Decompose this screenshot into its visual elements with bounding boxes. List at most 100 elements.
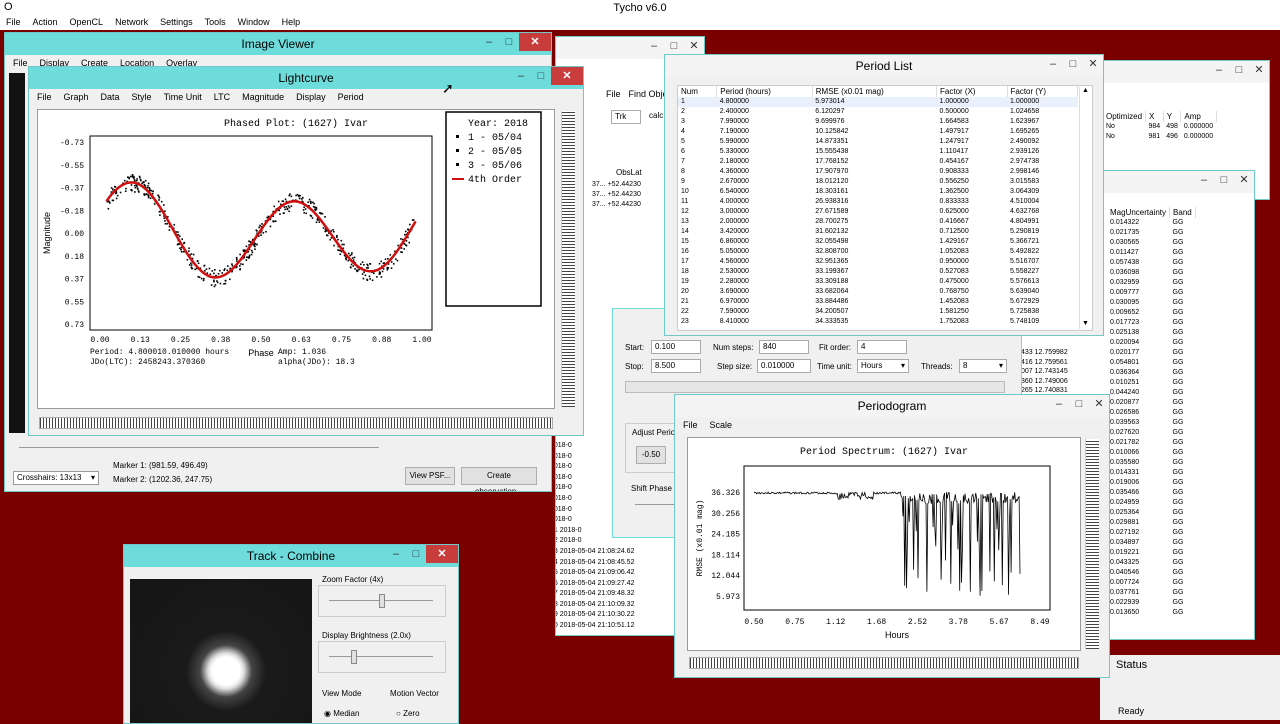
table-row[interactable]: 0.030565 GG bbox=[1107, 238, 1195, 248]
periodogram-vertical-scrollbar[interactable] bbox=[1085, 439, 1099, 649]
table-row[interactable]: 0.037761 GG bbox=[1107, 588, 1195, 598]
table-row[interactable]: 0.040546 GG bbox=[1107, 568, 1195, 578]
table-row[interactable]: 40 2018-05-04 21:10:51.12 bbox=[556, 622, 634, 633]
column-header[interactable]: Band bbox=[1169, 207, 1196, 218]
lightcurve-horizontal-scrollbar[interactable] bbox=[39, 417, 553, 429]
column-header[interactable]: MagUncertainty bbox=[1107, 207, 1171, 218]
table-row[interactable]: 14 3.420000 31.602132 0.712500 5.290819 bbox=[678, 227, 1078, 237]
fit-order-input[interactable]: 4 bbox=[857, 340, 907, 354]
table-row[interactable]: 0.011427 GG bbox=[1107, 248, 1195, 258]
table-row[interactable]: 20 3.690000 33.682064 0.768750 5.639040 bbox=[678, 287, 1078, 297]
table-row[interactable]: No 981 496 0.000000 bbox=[1103, 132, 1216, 142]
start-input[interactable]: 0.100 bbox=[651, 340, 701, 354]
table-row[interactable]: 36 2018-05-04 21:09:27.42 bbox=[556, 580, 634, 591]
table-row[interactable]: 6 5.330000 15.555438 1.110417 2.939126 bbox=[678, 147, 1078, 157]
table-row[interactable]: 9 2.670000 18.012120 0.556250 3.015583 bbox=[678, 177, 1078, 187]
table-row[interactable]: 13 2.000000 28.700275 0.416667 4.804991 bbox=[678, 217, 1078, 227]
close-icon[interactable]: ✕ bbox=[1249, 61, 1269, 79]
maximize-icon[interactable]: □ bbox=[406, 545, 426, 563]
column-header[interactable]: Period (hours) bbox=[716, 86, 813, 97]
column-header[interactable]: Num bbox=[678, 86, 718, 97]
table-row[interactable]: 11 4.000000 26.938316 0.833333 4.510004 bbox=[678, 197, 1078, 207]
adjust-period-button[interactable]: -0.50 bbox=[636, 446, 666, 464]
table-row[interactable]: 0.021782 GG bbox=[1107, 438, 1195, 448]
table-row[interactable]: 35 2018-05-04 21:09:06.42 bbox=[556, 569, 634, 580]
pg-menu-file[interactable]: File bbox=[683, 420, 698, 432]
table-row[interactable]: 32 2018-0 bbox=[556, 537, 634, 548]
crosshair-select[interactable]: Crosshairs: 13x13 ▾ bbox=[13, 471, 99, 485]
table-row[interactable]: 2 2.400000 6.120297 0.500000 1.024658 bbox=[678, 107, 1078, 117]
horizontal-slider[interactable] bbox=[19, 447, 379, 451]
table-row[interactable]: 0.025138 GG bbox=[1107, 328, 1195, 338]
table-row[interactable]: 33 2018-05-04 21:08:24.62 bbox=[556, 548, 634, 559]
table-row[interactable]: 0.024959 GG bbox=[1107, 498, 1195, 508]
minimize-icon[interactable]: – bbox=[1209, 61, 1229, 79]
table-row[interactable]: 0.043325 GG bbox=[1107, 558, 1195, 568]
table-row[interactable]: 4 7.190000 10.125842 1.497917 1.695265 bbox=[678, 127, 1078, 137]
maximize-icon[interactable]: □ bbox=[1229, 61, 1249, 79]
table-row[interactable]: 18 2.530000 33.199367 0.527083 5.558227 bbox=[678, 267, 1078, 277]
table-row[interactable]: 0.027620 GG bbox=[1107, 428, 1195, 438]
star-table[interactable]: Optimized X Y Amp No 984 498 0.000000 No 981 496 0.… bbox=[1103, 111, 1217, 142]
table-row[interactable]: 0.020177 GG bbox=[1107, 348, 1195, 358]
maximize-icon[interactable]: □ bbox=[664, 37, 684, 55]
table-row[interactable]: 0.019221 GG bbox=[1107, 548, 1195, 558]
threads-select[interactable]: 8 ▾ bbox=[959, 359, 1007, 373]
close-icon[interactable]: ✕ bbox=[551, 67, 583, 85]
table-row[interactable]: 19 2.280000 33.309188 0.475000 5.576613 bbox=[678, 277, 1078, 287]
column-header[interactable]: RMSE (x0.01 mag) bbox=[812, 86, 938, 97]
table-row[interactable]: 34 2018-05-04 21:08:45.52 bbox=[556, 559, 634, 570]
zoom-slider-thumb[interactable] bbox=[379, 594, 385, 608]
table-row[interactable]: 15 6.860000 32.055498 1.429167 5.366721 bbox=[678, 237, 1078, 247]
lightcurve-vertical-scrollbar[interactable] bbox=[561, 111, 575, 407]
close-icon[interactable]: ✕ bbox=[1234, 171, 1254, 189]
lc-menu-file[interactable]: File bbox=[37, 92, 52, 104]
table-row[interactable]: 1 4.800000 5.973014 1.000000 1.000000 bbox=[678, 97, 1078, 107]
table-row[interactable]: 0.007724 GG bbox=[1107, 578, 1195, 588]
brightness-slider-thumb[interactable] bbox=[351, 650, 357, 664]
table-row[interactable]: 16 5.050000 32.808700 1.052083 5.492822 bbox=[678, 247, 1078, 257]
app-menu-window[interactable]: Window bbox=[238, 17, 270, 30]
lightcurve-plot[interactable]: Phased Plot: (1627) Ivar -0.73 -0.55 -0.37 -… bbox=[37, 109, 555, 409]
table-row[interactable]: 39 2018-05-04 21:10:30.22 bbox=[556, 611, 634, 622]
table-row[interactable]: 0.036098 GG bbox=[1107, 268, 1195, 278]
table-row[interactable]: 0.009652 GG bbox=[1107, 308, 1195, 318]
maximize-icon[interactable]: □ bbox=[1069, 395, 1089, 413]
period-list-table[interactable]: Num Period (hours) RMSE (x0.01 mag) Factor … bbox=[678, 86, 1078, 327]
minimize-icon[interactable]: – bbox=[511, 67, 531, 85]
table-row[interactable]: 0.010251 GG bbox=[1107, 378, 1195, 388]
table-row[interactable]: 37 2018-05-04 21:09:48.32 bbox=[556, 590, 634, 601]
table-row[interactable]: 0.017723 GG bbox=[1107, 318, 1195, 328]
track-combine-titlebar[interactable]: Track - Combine – □ ✕ bbox=[124, 545, 458, 567]
table-row[interactable]: 0.014331 GG bbox=[1107, 468, 1195, 478]
table-row[interactable]: 5 5.990000 14.873351 1.247917 2.490092 bbox=[678, 137, 1078, 147]
shift-phase-slider[interactable] bbox=[635, 504, 675, 516]
minimize-icon[interactable]: – bbox=[386, 545, 406, 563]
table-row[interactable]: 0.035580 GG bbox=[1107, 458, 1195, 468]
obs-menu-file[interactable]: File bbox=[606, 89, 621, 99]
table-row[interactable]: 0.027192 GG bbox=[1107, 528, 1195, 538]
table-row[interactable]: 0.020094 GG bbox=[1107, 338, 1195, 348]
app-menu-help[interactable]: Help bbox=[282, 17, 301, 30]
iv-menu-file[interactable]: File bbox=[13, 58, 28, 70]
time-unit-select[interactable]: Hours ▾ bbox=[857, 359, 909, 373]
table-row[interactable]: 0.013650 GG bbox=[1107, 608, 1195, 618]
num-steps-input[interactable]: 840 bbox=[759, 340, 809, 354]
column-header[interactable]: Optimized bbox=[1103, 111, 1147, 122]
periodogram-horizontal-scrollbar[interactable] bbox=[689, 657, 1079, 669]
lc-menu-display[interactable]: Display bbox=[296, 92, 326, 104]
image-viewer-titlebar[interactable]: Image Viewer – □ ✕ bbox=[5, 33, 551, 55]
step-size-input[interactable]: 0.010000 bbox=[757, 359, 811, 373]
table-row[interactable]: 0.036364 GG bbox=[1107, 368, 1195, 378]
minimize-icon[interactable]: – bbox=[1049, 395, 1069, 413]
table-row[interactable]: 8 4.360000 17.907970 0.908333 2.998146 bbox=[678, 167, 1078, 177]
app-menu-settings[interactable]: Settings bbox=[160, 17, 193, 30]
minimize-icon[interactable]: – bbox=[1194, 171, 1214, 189]
lc-menu-graph[interactable]: Graph bbox=[64, 92, 89, 104]
table-row[interactable]: 38 2018-05-04 21:10:09.32 bbox=[556, 601, 634, 612]
app-menu-network[interactable]: Network bbox=[115, 17, 148, 30]
lc-menu-period[interactable]: Period bbox=[338, 92, 364, 104]
zero-radio[interactable]: ○ Zero bbox=[396, 709, 420, 718]
table-row[interactable]: 0.044240 GG bbox=[1107, 388, 1195, 398]
close-icon[interactable]: ✕ bbox=[684, 37, 704, 55]
